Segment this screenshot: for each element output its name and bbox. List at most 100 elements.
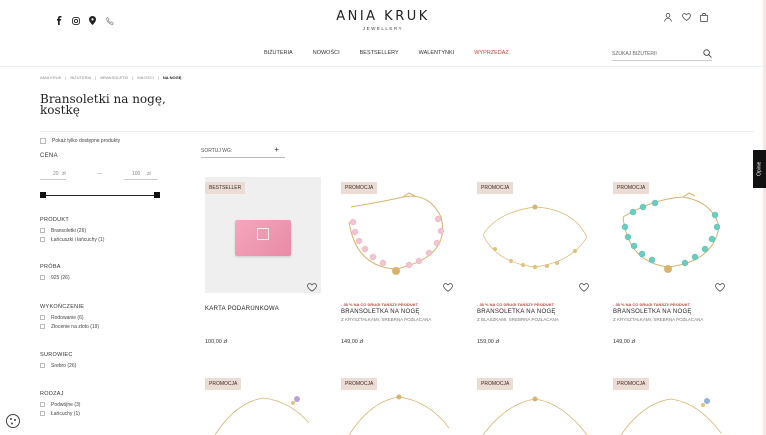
price-slider[interactable] bbox=[40, 192, 160, 200]
search-input[interactable]: SZUKAJ BIŻUTERII bbox=[612, 48, 712, 61]
product-card[interactable]: PROMOCJA bbox=[341, 373, 457, 435]
product-badge: PROMOCJA bbox=[477, 378, 514, 390]
wishlist-heart-icon[interactable] bbox=[307, 279, 317, 292]
price-min-value: 20 bbox=[53, 171, 59, 177]
nav-item-nowosci[interactable]: NOWOŚCI bbox=[313, 50, 340, 56]
product-image[interactable]: PROMOCJA bbox=[341, 373, 457, 435]
page-title: Bransoletki na nogę, kostkę bbox=[40, 92, 166, 117]
product-badge: PROMOCJA bbox=[613, 182, 650, 194]
product-badge: BESTSELLER bbox=[205, 182, 246, 194]
product-card[interactable]: BESTSELLER KARTA PODARUNKOWA 100,00 zł bbox=[205, 177, 321, 345]
price-max-currency: zł bbox=[147, 171, 151, 177]
product-image[interactable]: PROMOCJA bbox=[477, 177, 593, 293]
filter-option[interactable]: Łańcuchy (1) bbox=[40, 409, 170, 418]
breadcrumb-item[interactable]: ANIA KRUK bbox=[40, 75, 61, 80]
checkbox-box[interactable] bbox=[40, 411, 45, 416]
user-icon[interactable] bbox=[664, 13, 673, 22]
product-subtitle: Z KRYSZTAŁKAMI, SREBRNA POZŁACANA bbox=[613, 317, 704, 322]
filter-option[interactable]: 925 (26) bbox=[40, 273, 170, 282]
product-card[interactable]: PROMOCJA - 35 % NA CO DRUGI TAŃSZY PRODU… bbox=[477, 177, 593, 345]
product-image[interactable]: PROMOCJA bbox=[613, 373, 729, 435]
slider-handle-max[interactable] bbox=[154, 192, 160, 198]
turquoise-bracelet-image bbox=[621, 192, 721, 273]
wishlist-heart-icon[interactable] bbox=[715, 279, 725, 292]
nav-item-bestsellery[interactable]: BESTSELLERY bbox=[360, 50, 399, 56]
filter-option[interactable]: Bransoletki (26) bbox=[40, 226, 170, 235]
checkbox-box[interactable] bbox=[40, 363, 45, 368]
cookie-settings-icon[interactable] bbox=[6, 414, 20, 428]
sort-label: SORTUJ WG: bbox=[201, 148, 233, 154]
filter-option[interactable]: Rodowanie (6) bbox=[40, 313, 170, 322]
coins-bracelet-image bbox=[482, 204, 588, 270]
wishlist-heart-icon[interactable] bbox=[443, 279, 453, 292]
product-subtitle: Z KRYSZTAŁKAMI, SREBRNA POZŁACANA bbox=[341, 317, 432, 322]
product-name[interactable]: BRANSOLETKA NA NOGĘ bbox=[341, 309, 457, 315]
price-min-field[interactable]: 20 zł bbox=[40, 170, 66, 180]
product-card[interactable]: PROMOCJA bbox=[205, 373, 321, 435]
reviews-tab-label: Opinie bbox=[756, 161, 763, 177]
product-badge: PROMOCJA bbox=[205, 378, 242, 390]
product-card[interactable]: PROMOCJA bbox=[477, 373, 593, 435]
checkbox-box[interactable] bbox=[40, 402, 45, 407]
filter-option[interactable]: Srebro (26) bbox=[40, 361, 170, 370]
product-name[interactable]: KARTA PODARUNKOWA bbox=[205, 306, 321, 312]
product-image[interactable]: BESTSELLER bbox=[205, 177, 321, 293]
product-image[interactable]: PROMOCJA bbox=[205, 373, 321, 435]
product-promo: - 35 % NA CO DRUGI TAŃSZY PRODUKT bbox=[477, 302, 555, 307]
product-card[interactable]: PROMOCJA - 35 % NA CO DRUGI TAŃSZY PRODU… bbox=[613, 177, 729, 345]
available-only-checkbox[interactable]: Pokaż tylko dostępne produkty bbox=[40, 136, 170, 146]
filter-section-wykonczenie: WYKOŃCZENIE Rodowanie (6) Złocenie na zł… bbox=[40, 304, 170, 331]
filter-section-rodzaj: RODZAJ Podwójne (3) Łańcuchy (1) bbox=[40, 391, 170, 418]
filter-heading: SUROWIEC bbox=[40, 352, 73, 358]
filter-option[interactable]: Łańcuszki i łańcuchy (1) bbox=[40, 235, 170, 244]
product-image[interactable]: PROMOCJA bbox=[613, 177, 729, 293]
wishlist-heart-icon[interactable] bbox=[579, 279, 589, 292]
product-name[interactable]: BRANSOLETKA NA NOGĘ bbox=[477, 309, 593, 315]
available-only-label: Pokaż tylko dostępne produkty bbox=[52, 138, 121, 144]
filters-panel: Pokaż tylko dostępne produkty CENA bbox=[40, 136, 170, 163]
breadcrumb-item[interactable]: BIŻUTERIA bbox=[70, 75, 91, 80]
product-image[interactable]: PROMOCJA bbox=[477, 373, 593, 435]
checkbox-box[interactable] bbox=[40, 275, 45, 280]
checkbox-box[interactable] bbox=[40, 324, 45, 329]
breadcrumb-item[interactable]: MIŁOŚCI bbox=[137, 75, 153, 80]
slider-handle-min[interactable] bbox=[40, 192, 46, 198]
product-price: 100,00 zł bbox=[205, 339, 228, 345]
filter-option[interactable]: Złocenie na złoto (19) bbox=[40, 322, 170, 331]
filter-option-label: Podwójne (3) bbox=[51, 401, 81, 408]
breadcrumb-current: NA NOGĘ bbox=[162, 75, 182, 80]
product-card[interactable]: PROMOCJA bbox=[613, 373, 729, 435]
product-promo: - 35 % NA CO DRUGI TAŃSZY PRODUKT bbox=[613, 302, 691, 307]
nav-item-wyprzedaz[interactable]: WYPRZEDAŻ bbox=[474, 50, 509, 56]
breadcrumb-sep: | bbox=[65, 75, 67, 80]
product-name[interactable]: BRANSOLETKA NA NOGĘ bbox=[613, 309, 729, 315]
filter-heading: PRODUKT bbox=[40, 217, 69, 223]
price-max-field[interactable]: 100 zł bbox=[124, 170, 158, 180]
checkbox-box[interactable] bbox=[40, 237, 45, 242]
nav-item-bizuteria[interactable]: BIŻUTERIA bbox=[264, 50, 293, 56]
price-max-value: 100 bbox=[132, 171, 141, 177]
checkbox-box[interactable] bbox=[40, 138, 46, 144]
filter-heading: RODZAJ bbox=[40, 391, 64, 397]
bag-icon[interactable] bbox=[700, 13, 709, 22]
product-subtitle: Z BLASZKAMI, SREBRNA POZŁACANA bbox=[477, 317, 559, 322]
product-price: 149,00 zł bbox=[341, 339, 364, 345]
product-image[interactable]: PROMOCJA bbox=[341, 177, 457, 293]
price-min-currency: zł bbox=[62, 171, 66, 177]
breadcrumb-item[interactable]: BRANSOLETKI bbox=[100, 75, 128, 80]
nav-item-walentynki[interactable]: WALENTYNKI bbox=[419, 50, 455, 56]
filter-option[interactable]: Podwójne (3) bbox=[40, 400, 170, 409]
checkbox-box[interactable] bbox=[40, 228, 45, 233]
product-card[interactable]: PROMOCJA - 35 % NA CO DRUGI TAŃSZY PRODU… bbox=[341, 177, 457, 345]
product-price: 159,00 zł bbox=[477, 339, 500, 345]
filter-option-label: Łańcuchy (1) bbox=[51, 410, 80, 417]
brand-name: ANIA KRUK bbox=[336, 9, 430, 24]
brand-logo[interactable]: ANIA KRUK JEWELLERY bbox=[0, 9, 766, 31]
checkbox-box[interactable] bbox=[40, 315, 45, 320]
header: ANIA KRUK JEWELLERY bbox=[0, 0, 766, 44]
reviews-side-tab[interactable]: Opinie bbox=[753, 150, 766, 188]
heart-icon[interactable] bbox=[682, 13, 691, 22]
search-icon[interactable] bbox=[703, 49, 712, 60]
breadcrumb-sep: | bbox=[157, 75, 159, 80]
sort-dropdown[interactable]: SORTUJ WG: + bbox=[201, 144, 285, 158]
